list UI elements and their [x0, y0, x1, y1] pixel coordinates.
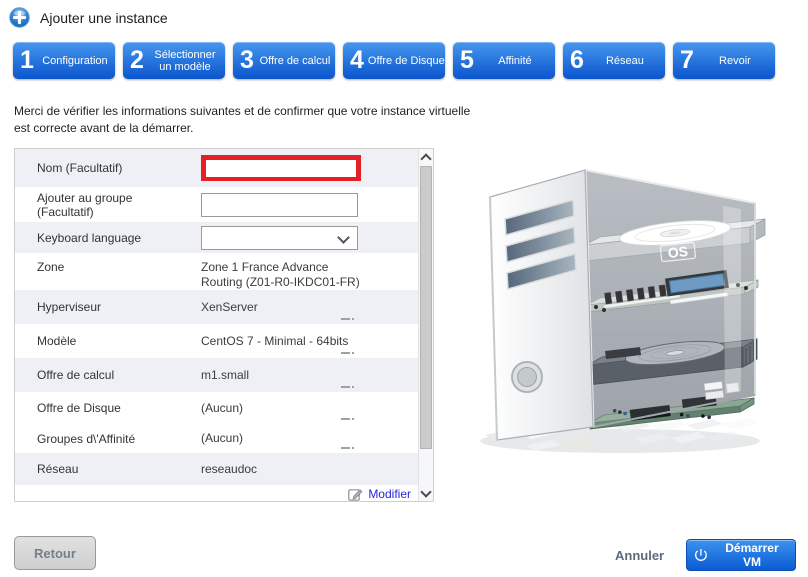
keyboard-language-select[interactable] — [201, 226, 358, 250]
tower-svg: OS — [455, 155, 805, 460]
step-number: 5 — [453, 42, 478, 79]
edit-icon — [348, 487, 363, 502]
step-number: 4 — [343, 42, 368, 79]
row-groupes-affinite: Groupes d\'Affinité (Aucun) — [15, 424, 418, 453]
step-number: 1 — [13, 42, 38, 79]
panel-footer: Modifier — [15, 485, 418, 503]
step-label: Affinité — [478, 55, 555, 67]
row-offre-calcul: Offre de calcul m1.small — [15, 358, 418, 392]
field-label: Groupes d\'Affinité — [37, 432, 201, 446]
row-modele: Modèle CentOS 7 - Minimal - 64bits — [15, 324, 418, 358]
back-button[interactable]: Retour — [14, 536, 96, 570]
field-value: (Aucun) — [201, 431, 363, 446]
tab-offre-calcul[interactable]: 3 Offre de calcul — [233, 42, 335, 79]
wizard-steps: 1 Configuration 2 Sélectionner un modèle… — [13, 42, 775, 79]
field-label: Keyboard language — [37, 231, 201, 245]
power-icon — [693, 547, 709, 563]
tower-front-bezel — [490, 170, 593, 440]
field-value: CentOS 7 - Minimal - 64bits — [201, 334, 363, 349]
step-label: Offre de Disque — [368, 55, 445, 67]
row-zone: Zone Zone 1 France Advance Routing (Z01-… — [15, 253, 418, 290]
step-label: Offre de calcul — [258, 55, 335, 67]
review-panel: Nom (Facultatif) Ajouter au groupe (Facu… — [14, 148, 434, 502]
name-input[interactable] — [206, 161, 356, 177]
launch-vm-button[interactable]: Démarrer VM — [686, 539, 796, 571]
field-label: Offre de calcul — [37, 368, 201, 382]
group-input[interactable] — [201, 193, 358, 217]
step-number: 6 — [563, 42, 588, 79]
step-number: 7 — [673, 42, 698, 79]
field-value: (Aucun) — [201, 401, 363, 416]
row-hyperviseur: Hyperviseur XenServer — [15, 290, 418, 324]
row-offre-disque: Offre de Disque (Aucun) — [15, 392, 418, 424]
step-label: Configuration — [38, 55, 115, 67]
field-label: Zone — [37, 260, 201, 274]
tab-offre-disque[interactable]: 4 Offre de Disque — [343, 42, 445, 79]
row-keyboard: Keyboard language — [15, 222, 418, 253]
edit-row-icon[interactable] — [341, 317, 354, 321]
highlight-box — [201, 155, 361, 181]
field-value: XenServer — [201, 300, 363, 315]
glass-sheen — [585, 170, 755, 427]
field-label: Ajouter au groupe (Facultatif) — [37, 191, 201, 219]
scroll-down-button[interactable] — [419, 485, 433, 501]
field-label: Réseau — [37, 462, 201, 476]
step-label: Sélectionner un modèle — [148, 49, 225, 73]
tab-revoir[interactable]: 7 Revoir — [673, 42, 775, 79]
chevron-up-icon — [420, 153, 431, 164]
chevron-down-icon — [337, 231, 350, 244]
tab-affinite[interactable]: 5 Affinité — [453, 42, 555, 79]
scroll-up-button[interactable] — [419, 149, 433, 165]
row-reseau: Réseau reseaudoc — [15, 453, 418, 485]
cancel-link[interactable]: Annuler — [615, 548, 664, 563]
field-label: Hyperviseur — [37, 300, 201, 314]
add-instance-wizard: Ajouter une instance 1 Configuration 2 S… — [0, 0, 808, 577]
computer-illustration: OS — [455, 155, 805, 460]
page-title: Ajouter une instance — [40, 10, 168, 26]
step-label: Revoir — [698, 55, 775, 67]
panel-scrollbar — [418, 149, 433, 501]
field-value: Zone 1 France Advance Routing (Z01-R0-IK… — [201, 260, 363, 290]
chevron-down-icon — [420, 486, 431, 497]
field-label: Modèle — [37, 334, 201, 348]
row-groupe: Ajouter au groupe (Facultatif) — [15, 187, 418, 222]
scrollbar-thumb[interactable] — [420, 166, 432, 449]
field-label: Nom (Facultatif) — [37, 161, 201, 175]
field-value: reseaudoc — [201, 462, 363, 477]
field-value: m1.small — [201, 368, 363, 383]
edit-row-icon[interactable] — [341, 351, 354, 355]
tab-reseau[interactable]: 6 Réseau — [563, 42, 665, 79]
step-label: Réseau — [588, 55, 665, 67]
row-nom: Nom (Facultatif) — [15, 149, 418, 187]
review-rows: Nom (Facultatif) Ajouter au groupe (Facu… — [15, 149, 418, 501]
step-number: 3 — [233, 42, 258, 79]
add-instance-icon — [9, 7, 30, 28]
wizard-header: Ajouter une instance — [9, 7, 168, 28]
modify-link[interactable]: Modifier — [368, 487, 411, 501]
field-label: Offre de Disque — [37, 401, 201, 415]
power-button — [512, 362, 542, 392]
launch-vm-label: Démarrer VM — [715, 541, 789, 569]
tab-configuration[interactable]: 1 Configuration — [13, 42, 115, 79]
intro-text: Merci de vérifier les informations suiva… — [14, 103, 474, 137]
edit-row-icon[interactable] — [341, 385, 354, 389]
tab-selectionner-modele[interactable]: 2 Sélectionner un modèle — [123, 42, 225, 79]
step-number: 2 — [123, 42, 148, 79]
edit-row-icon[interactable] — [341, 446, 354, 450]
edit-row-icon[interactable] — [341, 417, 354, 421]
